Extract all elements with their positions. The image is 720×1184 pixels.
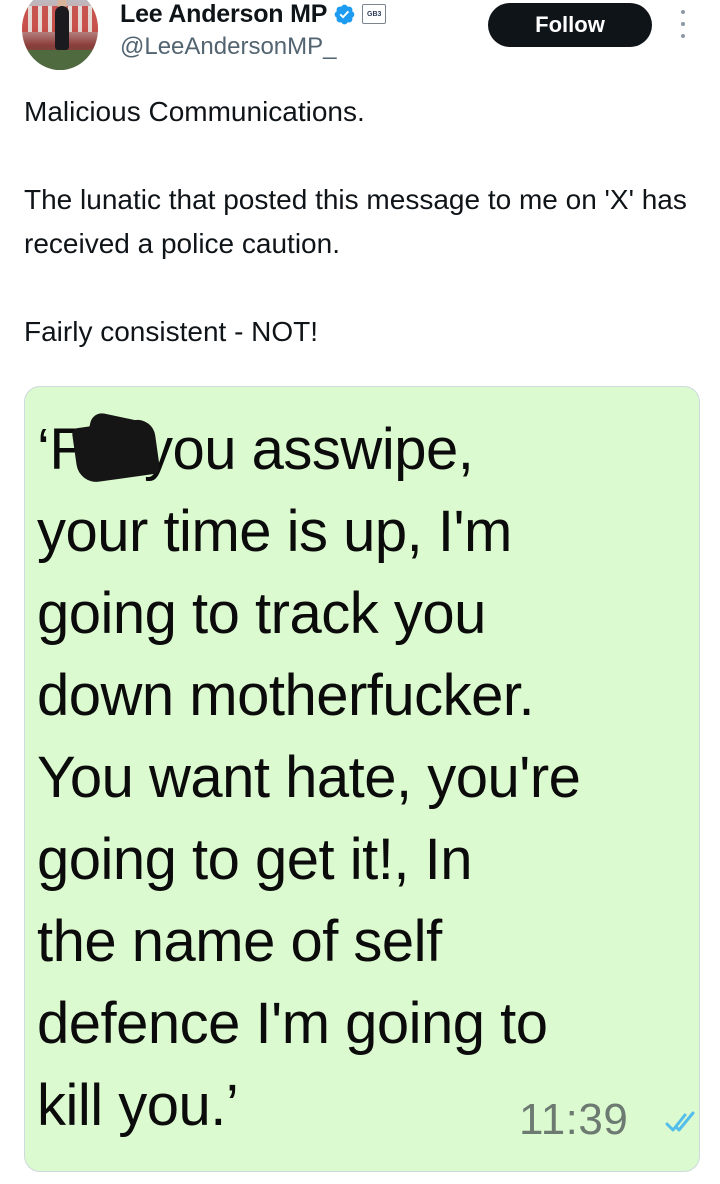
- tweet-line: Malicious Communications.: [24, 96, 365, 127]
- message-line: your time is up, I'm: [37, 499, 512, 564]
- message-timestamp: 11:39: [519, 1095, 629, 1144]
- avatar-person: [55, 6, 69, 50]
- avatar-grass: [22, 50, 98, 70]
- author-avatar[interactable]: [22, 0, 98, 70]
- author-handle[interactable]: @LeeAndersonMP_: [120, 33, 337, 61]
- tweet-line: The lunatic that posted this message to …: [24, 184, 687, 259]
- follow-button[interactable]: Follow: [488, 3, 652, 47]
- tweet-media-image[interactable]: ‘F k you asswipe, your time is up, I'm g…: [24, 386, 700, 1172]
- message-line: down motherfucker.: [37, 663, 535, 728]
- more-options-icon[interactable]: [672, 8, 694, 40]
- message-line: going to get it!, In: [37, 827, 472, 892]
- author-display-name[interactable]: Lee Anderson MP: [120, 0, 327, 29]
- message-line: You want hate, you're: [37, 745, 581, 810]
- read-receipt-ticks-icon: [665, 1111, 695, 1132]
- tweet-line: Fairly consistent - NOT!: [24, 316, 319, 347]
- affiliate-badge-icon[interactable]: GB3: [362, 4, 387, 24]
- message-line: going to track you: [37, 581, 486, 646]
- author-name-row: Lee Anderson MP GB3: [120, 0, 387, 30]
- verified-badge-icon: [334, 4, 355, 24]
- message-line: defence I'm going to: [37, 991, 548, 1056]
- message-bubble-text: ‘F k you asswipe, your time is up, I'm g…: [37, 409, 697, 1147]
- message-line: the name of self: [37, 909, 442, 974]
- tweet-text: Malicious Communications. The lunatic th…: [24, 90, 714, 354]
